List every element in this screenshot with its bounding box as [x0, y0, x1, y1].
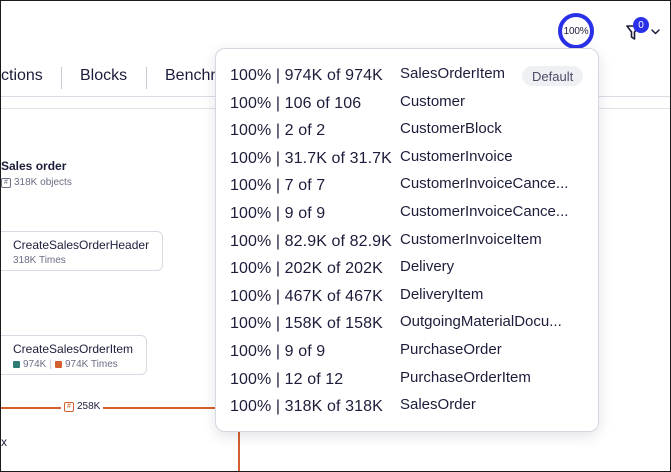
coverage-stat: 100% | 31.7K of 31.7K	[230, 149, 392, 167]
coverage-row[interactable]: 100% | 7 of 7 CustomerInvoiceCance...	[230, 175, 590, 199]
tab-divider	[146, 67, 147, 89]
object-type-name: SalesOrderItem	[400, 65, 506, 82]
coverage-row[interactable]: 100% | 2 of 2 CustomerBlock	[230, 120, 590, 144]
create-sales-order-item-card[interactable]: CreateSalesOrderItem 974K | 974K Times	[1, 335, 147, 375]
sales-order-objects-label: 318K objects	[14, 177, 72, 188]
item-card-counts: 974K | 974K Times	[1, 359, 140, 370]
coverage-row[interactable]: 100% | 318K of 318K SalesOrder	[230, 396, 590, 420]
hash-icon: #	[64, 401, 74, 412]
object-type-name: OutgoingMaterialDocu...	[400, 313, 562, 331]
orange-square-icon	[54, 361, 62, 368]
coverage-row[interactable]: 100% | 106 of 106 Customer	[230, 93, 590, 117]
object-type-name: CustomerInvoiceCance...	[400, 175, 569, 193]
filter-button[interactable]: 0	[623, 17, 663, 43]
tab-divider	[61, 67, 62, 89]
create-sales-order-header-card[interactable]: CreateSalesOrderHeader 318K Times	[1, 231, 163, 271]
coverage-stat: 100% | 82.9K of 82.9K	[230, 232, 392, 250]
object-type-name: PurchaseOrder	[400, 341, 502, 358]
top-bar: 100% 0	[1, 1, 670, 51]
coverage-stat: 100% | 106 of 106	[230, 94, 362, 112]
default-badge: Default	[522, 66, 584, 86]
coverage-stat: 100% | 9 of 9	[230, 343, 326, 360]
coverage-row[interactable]: 100% | 9 of 9 PurchaseOrder	[230, 341, 590, 365]
count-divider: |	[49, 359, 52, 370]
object-type-name: DeliveryItem	[400, 285, 484, 303]
coverage-row[interactable]: 100% | 9 of 9 CustomerInvoiceCance...	[230, 203, 590, 227]
object-type-name: CustomerInvoiceItem	[400, 230, 542, 248]
object-type-name: CustomerBlock	[400, 120, 502, 138]
progress-ring[interactable]: 100%	[557, 12, 595, 50]
canvas-fragment-text: x	[1, 435, 7, 449]
app-window: 100% 0 ctions Blocks Benchm Sales order …	[0, 0, 671, 472]
sales-order-objects: # 318K objects	[1, 177, 72, 188]
coverage-stat: 100% | 467K of 467K	[230, 287, 383, 305]
edge-line[interactable]	[1, 407, 241, 409]
edge-label-value: 258K	[77, 401, 101, 412]
coverage-stat: 100% | 202K of 202K	[230, 260, 383, 278]
coverage-row[interactable]: 100% | 202K of 202K Delivery	[230, 258, 590, 282]
object-type-name: Delivery	[400, 258, 455, 276]
object-type-name: CustomerInvoiceCance...	[400, 203, 569, 220]
hash-icon: #	[1, 177, 11, 188]
coverage-stat: 100% | 158K of 158K	[230, 315, 383, 333]
popover-scrollbar[interactable]	[598, 63, 599, 330]
tab-actions[interactable]: ctions	[1, 67, 43, 85]
tab-blocks[interactable]: Blocks	[80, 67, 127, 85]
coverage-row[interactable]: 100% | 12 of 12 PurchaseOrderItem	[230, 369, 590, 393]
header-card-times: 318K Times	[13, 255, 66, 266]
edge-label[interactable]: # 258K	[61, 401, 104, 412]
chevron-down-icon	[651, 29, 660, 35]
coverage-stat: 100% | 12 of 12	[230, 370, 344, 388]
teal-square-icon	[13, 361, 20, 368]
sales-order-title: Sales order	[1, 159, 67, 173]
coverage-row[interactable]: 100% | 82.9K of 82.9K CustomerInvoiceItem	[230, 231, 590, 255]
object-type-name: SalesOrder	[400, 396, 476, 414]
filter-count-badge: 0	[633, 17, 649, 33]
coverage-row[interactable]: 100% | 467K of 467K DeliveryItem	[230, 286, 590, 310]
object-coverage-popover: 100% | 974K of 974K SalesOrderItem Default…	[215, 48, 599, 432]
coverage-stat: 100% | 9 of 9	[230, 205, 326, 222]
object-type-name: PurchaseOrderItem	[400, 368, 531, 386]
item-card-title: CreateSalesOrderItem	[13, 342, 134, 356]
coverage-stat: 100% | 7 of 7	[230, 177, 326, 195]
coverage-stat: 100% | 2 of 2	[230, 122, 326, 140]
item-card-count-b: 974K Times	[64, 359, 118, 370]
coverage-stat: 100% | 318K of 318K	[230, 398, 383, 416]
coverage-row[interactable]: 100% | 158K of 158K OutgoingMaterialDocu.…	[230, 313, 590, 337]
object-type-name: Customer	[400, 92, 466, 110]
coverage-row[interactable]: 100% | 974K of 974K SalesOrderItem Default	[230, 65, 590, 89]
progress-label: 100%	[563, 25, 589, 37]
header-card-title: CreateSalesOrderHeader	[13, 238, 150, 252]
item-card-count-a: 974K	[23, 359, 47, 370]
coverage-stat: 100% | 974K of 974K	[230, 67, 383, 84]
coverage-row[interactable]: 100% | 31.7K of 31.7K CustomerInvoice	[230, 148, 590, 172]
object-type-name: CustomerInvoice	[400, 147, 513, 165]
